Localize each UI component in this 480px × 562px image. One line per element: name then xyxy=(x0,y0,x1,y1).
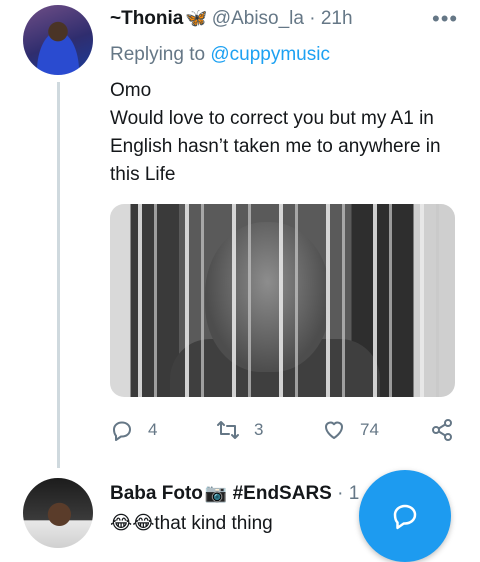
reply-icon xyxy=(113,421,131,441)
retweet-icon xyxy=(217,421,239,439)
retweet-button[interactable]: 3 xyxy=(216,418,263,442)
thread-line xyxy=(57,82,60,468)
reply-header: Baba Foto 📷 #EndSARS · 1 xyxy=(110,483,359,505)
heart-icon xyxy=(325,421,343,439)
reply-text: 😂😂that kind thing xyxy=(110,512,273,535)
avatar[interactable] xyxy=(23,5,93,75)
tweet-image[interactable] xyxy=(110,204,455,397)
timestamp[interactable]: 21h xyxy=(321,8,353,29)
share-button[interactable] xyxy=(430,418,454,442)
tweet-text-line: Would love to correct you but my A1 in E… xyxy=(110,108,441,185)
laughing-emoji: 😂😂 xyxy=(110,513,155,534)
like-button[interactable]: 74 xyxy=(322,418,379,442)
separator-dot: · xyxy=(309,8,316,29)
reply-button[interactable]: 4 xyxy=(110,418,157,442)
camera-emoji: 📷 xyxy=(204,483,228,503)
tweet-text-line: Omo xyxy=(110,80,152,101)
reply-timestamp: · 1 xyxy=(337,483,360,504)
tweet-actions: 4 3 74 xyxy=(110,418,460,444)
reply-text-content: that kind thing xyxy=(154,513,273,534)
user-handle[interactable]: @Abiso_la xyxy=(212,8,304,29)
butterfly-emoji: 🦋 xyxy=(185,8,208,28)
retweet-count: 3 xyxy=(254,420,264,439)
like-count: 74 xyxy=(360,420,379,439)
tweet-text: Omo Would love to correct you but my A1 … xyxy=(110,77,465,189)
replying-to: Replying to @cuppymusic xyxy=(110,44,330,66)
share-icon xyxy=(432,419,452,441)
compose-reply-button[interactable] xyxy=(359,470,451,562)
reply-display-name[interactable]: Baba Foto xyxy=(110,483,203,504)
image-window-bars xyxy=(110,204,455,397)
display-name[interactable]: ~Thonia xyxy=(110,8,183,29)
reply-count: 4 xyxy=(148,420,158,439)
reply-hashtag[interactable]: #EndSARS xyxy=(233,483,332,504)
replying-prefix: Replying to xyxy=(110,44,206,65)
mention-link[interactable]: @cuppymusic xyxy=(210,44,330,65)
compose-reply-icon xyxy=(393,504,417,530)
more-options-icon[interactable]: ••• xyxy=(432,6,458,32)
reply-avatar[interactable] xyxy=(23,478,93,548)
tweet-header: ~Thonia 🦋 @Abiso_la · 21h xyxy=(110,8,353,30)
